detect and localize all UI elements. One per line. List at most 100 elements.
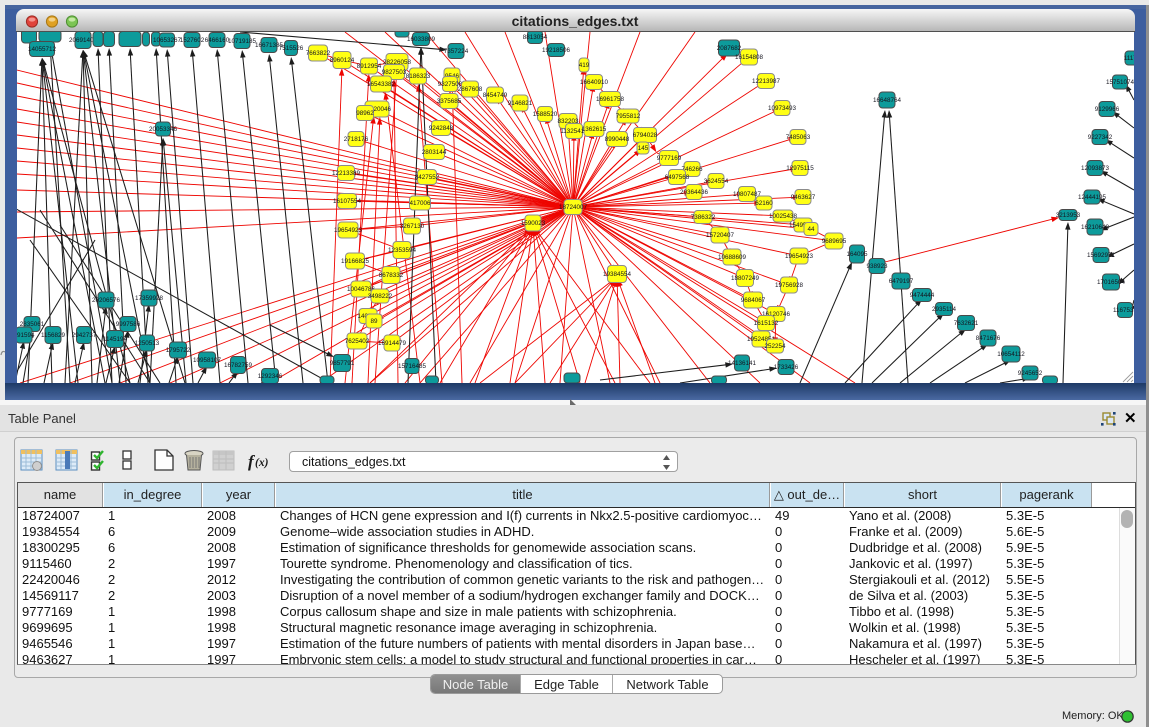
svg-text:10025438: 10025438: [769, 213, 798, 220]
svg-text:12444195: 12444195: [1078, 194, 1107, 201]
svg-text:8471676: 8471676: [976, 335, 1001, 342]
svg-text:6497568: 6497568: [665, 174, 690, 181]
svg-text:19384554: 19384554: [603, 271, 632, 278]
svg-text:20206576: 20206576: [92, 297, 121, 304]
svg-text:3375685: 3375685: [437, 98, 462, 105]
svg-text:9689695: 9689695: [822, 238, 847, 245]
svg-text:12213987: 12213987: [752, 78, 781, 85]
svg-text:8678332: 8678332: [379, 272, 404, 279]
svg-text:19218506: 19218506: [542, 47, 571, 54]
svg-text:8813054: 8813054: [523, 34, 548, 41]
svg-text:2718176: 2718176: [344, 136, 369, 143]
svg-text:17016504: 17016504: [1097, 279, 1126, 286]
svg-text:7485063: 7485063: [786, 134, 811, 141]
svg-text:9777169: 9777169: [657, 155, 682, 162]
svg-text:11173: 11173: [1124, 55, 1134, 62]
svg-text:391594: 391594: [17, 332, 35, 339]
svg-text:252254: 252254: [764, 343, 786, 350]
svg-text:6794028: 6794028: [633, 132, 658, 139]
svg-text:12093873: 12093873: [1081, 165, 1110, 172]
svg-text:16210643: 16210643: [1081, 224, 1110, 231]
svg-text:16154808: 16154808: [735, 54, 764, 61]
svg-text:16033809: 16033809: [407, 36, 436, 43]
svg-text:16107554: 16107554: [333, 198, 362, 205]
svg-text:9857791: 9857791: [330, 360, 355, 367]
svg-text:145: 145: [638, 145, 649, 152]
svg-text:14055712: 14055712: [28, 46, 57, 53]
svg-text:2867608: 2867608: [458, 86, 483, 93]
svg-text:98962: 98962: [356, 110, 374, 117]
svg-text:419: 419: [579, 62, 590, 69]
svg-text:19756928: 19756928: [775, 282, 804, 289]
svg-text:1615132: 1615132: [754, 320, 779, 327]
svg-text:3267130: 3267130: [400, 223, 425, 230]
svg-text:16782759: 16782759: [224, 362, 253, 369]
svg-text:1362615: 1362615: [582, 126, 607, 133]
svg-text:8912954: 8912954: [357, 63, 382, 70]
svg-text:9227342: 9227342: [1088, 134, 1113, 141]
svg-text:10654112: 10654112: [997, 351, 1025, 358]
svg-text:2087682: 2087682: [717, 45, 742, 52]
svg-text:9684067: 9684067: [741, 297, 766, 304]
svg-text:20053346: 20053346: [149, 126, 178, 133]
svg-text:19654923: 19654923: [334, 227, 363, 234]
svg-text:19654923: 19654923: [785, 253, 814, 260]
svg-text:15751074: 15751074: [1106, 79, 1134, 86]
svg-text:10653267: 10653267: [153, 37, 182, 44]
svg-text:7625402: 7625402: [345, 338, 370, 345]
svg-text:1795722: 1795722: [166, 347, 191, 354]
svg-text:7515526: 7515526: [279, 45, 304, 52]
svg-text:20364436: 20364436: [680, 189, 709, 196]
svg-text:7663822: 7663822: [306, 50, 331, 57]
svg-text:12353594: 12353594: [388, 247, 417, 254]
svg-text:19166825: 19166825: [341, 258, 370, 265]
svg-text:1250513: 1250513: [135, 340, 160, 347]
svg-text:8427552: 8427552: [415, 174, 440, 181]
svg-text:7386322: 7386322: [691, 214, 716, 221]
svg-text:1527602: 1527602: [180, 37, 205, 44]
svg-text:10958107: 10958107: [193, 357, 222, 364]
svg-text:2942737: 2942737: [72, 332, 97, 339]
svg-text:16961758: 16961758: [596, 96, 625, 103]
svg-text:1588520: 1588520: [533, 111, 558, 118]
svg-text:18724007: 18724007: [559, 204, 588, 211]
svg-text:(x): (x): [255, 457, 269, 469]
svg-text:10973493: 10973493: [768, 105, 797, 112]
svg-text:62160: 62160: [755, 200, 773, 207]
svg-text:10719185: 10719185: [228, 38, 257, 45]
svg-text:44: 44: [807, 226, 815, 233]
svg-text:16648764: 16648764: [873, 97, 902, 104]
svg-text:8960124: 8960124: [330, 57, 355, 64]
svg-text:3498222: 3498222: [368, 293, 393, 300]
svg-text:164095: 164095: [846, 251, 868, 258]
svg-text:15692971: 15692971: [1087, 252, 1116, 259]
svg-text:3213953: 3213953: [1056, 212, 1081, 219]
svg-text:6466160: 6466160: [205, 37, 230, 44]
svg-text:1733426: 1733426: [774, 364, 799, 371]
svg-text:2803144: 2803144: [422, 149, 447, 156]
svg-text:16543382: 16543382: [367, 81, 396, 88]
svg-text:3624554: 3624554: [704, 178, 729, 185]
svg-text:9997586: 9997586: [116, 321, 141, 328]
svg-text:9827503: 9827503: [382, 69, 407, 76]
svg-text:9463627: 9463627: [791, 194, 816, 201]
svg-text:16914479: 16914479: [378, 340, 407, 347]
svg-text:1292346: 1292346: [258, 373, 283, 380]
svg-text:9129966: 9129966: [1095, 106, 1120, 113]
svg-text:18807249: 18807249: [731, 275, 760, 282]
svg-text:8186323: 8186323: [406, 73, 431, 80]
svg-text:8990448: 8990448: [605, 136, 630, 143]
svg-text:15716485: 15716485: [398, 363, 427, 370]
svg-text:15720407: 15720407: [706, 232, 735, 239]
svg-text:1590023: 1590023: [521, 220, 546, 227]
svg-text:1156829: 1156829: [41, 332, 66, 339]
svg-text:1167533: 1167533: [1113, 307, 1134, 314]
svg-text:9242848: 9242848: [429, 125, 454, 132]
svg-text:9474444: 9474444: [910, 292, 935, 299]
svg-text:7632621: 7632621: [954, 320, 979, 327]
svg-text:7955812: 7955812: [616, 113, 641, 120]
svg-text:89: 89: [370, 318, 378, 325]
svg-text:6479197: 6479197: [889, 278, 914, 285]
svg-text:9146821: 9146821: [508, 100, 533, 107]
svg-text:12213389: 12213389: [332, 170, 361, 177]
